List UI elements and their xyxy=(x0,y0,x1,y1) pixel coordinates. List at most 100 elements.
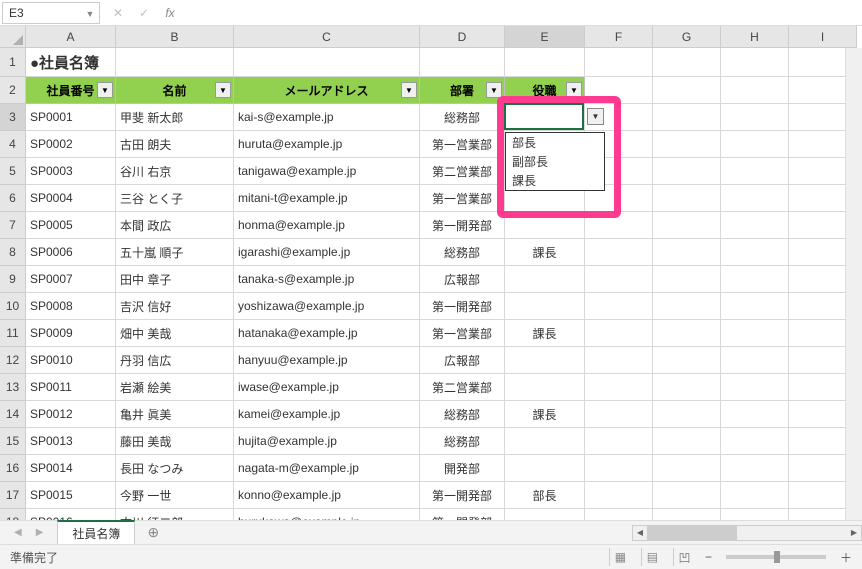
cell-empno[interactable]: SP0007 xyxy=(26,266,116,293)
row-header-14[interactable]: 14 xyxy=(0,401,26,428)
cell[interactable] xyxy=(653,428,721,455)
dropdown-option[interactable]: 課長 xyxy=(506,171,604,190)
cell-role[interactable] xyxy=(505,104,585,131)
cell-dept[interactable]: 第一営業部 xyxy=(420,185,505,212)
cell-dept[interactable]: 総務部 xyxy=(420,428,505,455)
table-header-name[interactable]: 名前▼ xyxy=(116,77,234,104)
column-header-G[interactable]: G xyxy=(653,26,721,48)
cell[interactable] xyxy=(721,48,789,77)
cell[interactable] xyxy=(653,266,721,293)
cell[interactable] xyxy=(721,158,789,185)
cell-dept[interactable]: 第二営業部 xyxy=(420,158,505,185)
cell[interactable] xyxy=(721,239,789,266)
cell-email[interactable]: hatanaka@example.jp xyxy=(234,320,420,347)
cell-name[interactable]: 本間 政広 xyxy=(116,212,234,239)
row-header-8[interactable]: 8 xyxy=(0,239,26,266)
column-header-D[interactable]: D xyxy=(420,26,505,48)
cell[interactable] xyxy=(721,131,789,158)
cell-role[interactable] xyxy=(505,347,585,374)
cell[interactable] xyxy=(653,185,721,212)
cell[interactable] xyxy=(234,48,420,77)
column-header-H[interactable]: H xyxy=(721,26,789,48)
cell-email[interactable]: hurukawa@example.jp xyxy=(234,509,420,520)
page-break-view-icon[interactable]: 凹 xyxy=(673,548,695,566)
cell[interactable] xyxy=(116,48,234,77)
cell[interactable] xyxy=(721,347,789,374)
add-sheet-button[interactable]: ⊕ xyxy=(143,523,163,543)
cell[interactable] xyxy=(585,48,653,77)
scroll-right-icon[interactable]: ▶ xyxy=(847,526,861,540)
data-validation-dropdown-list[interactable]: 部長副部長課長 xyxy=(505,132,605,191)
cell-email[interactable]: yoshizawa@example.jp xyxy=(234,293,420,320)
cell-email[interactable]: huruta@example.jp xyxy=(234,131,420,158)
cell[interactable] xyxy=(585,266,653,293)
cell[interactable] xyxy=(653,293,721,320)
cell-dept[interactable]: 広報部 xyxy=(420,347,505,374)
cell-empno[interactable]: SP0004 xyxy=(26,185,116,212)
row-header-3[interactable]: 3 xyxy=(0,104,26,131)
zoom-out-button[interactable]: − xyxy=(705,550,712,564)
cell-name[interactable]: 田中 章子 xyxy=(116,266,234,293)
sheet-tab-active[interactable]: 社員名簿 xyxy=(57,520,135,545)
cell-name[interactable]: 甲斐 新太郎 xyxy=(116,104,234,131)
cell-name[interactable]: 古田 朗夫 xyxy=(116,131,234,158)
row-header-12[interactable]: 12 xyxy=(0,347,26,374)
cell-empno[interactable]: SP0010 xyxy=(26,347,116,374)
cell[interactable] xyxy=(721,482,789,509)
dropdown-option[interactable]: 副部長 xyxy=(506,152,604,171)
cell[interactable] xyxy=(505,48,585,77)
cell[interactable] xyxy=(585,320,653,347)
cell-name[interactable]: 古川 征二郎 xyxy=(116,509,234,520)
cell-dept[interactable]: 総務部 xyxy=(420,401,505,428)
cell-empno[interactable]: SP0001 xyxy=(26,104,116,131)
normal-view-icon[interactable]: ▦ xyxy=(609,548,631,566)
cell[interactable] xyxy=(585,509,653,520)
cell-name[interactable]: 五十嵐 順子 xyxy=(116,239,234,266)
row-header-6[interactable]: 6 xyxy=(0,185,26,212)
cell-role[interactable] xyxy=(505,212,585,239)
cell-name[interactable]: 谷川 右京 xyxy=(116,158,234,185)
cell-empno[interactable]: SP0009 xyxy=(26,320,116,347)
prev-sheet-icon[interactable]: ◀ xyxy=(14,527,22,538)
zoom-slider[interactable] xyxy=(726,555,826,559)
row-header-10[interactable]: 10 xyxy=(0,293,26,320)
cell-name[interactable]: 長田 なつみ xyxy=(116,455,234,482)
cell-email[interactable]: iwase@example.jp xyxy=(234,374,420,401)
cell-empno[interactable]: SP0014 xyxy=(26,455,116,482)
cell[interactable] xyxy=(721,293,789,320)
cell[interactable] xyxy=(653,347,721,374)
column-header-I[interactable]: I xyxy=(789,26,857,48)
select-all-corner[interactable] xyxy=(0,26,26,48)
cell-empno[interactable]: SP0016 xyxy=(26,509,116,520)
cell-role[interactable]: 課長 xyxy=(505,239,585,266)
row-header-16[interactable]: 16 xyxy=(0,455,26,482)
scroll-left-icon[interactable]: ◀ xyxy=(633,526,647,540)
fx-icon[interactable]: fx xyxy=(160,6,180,20)
horizontal-scrollbar[interactable]: ◀ ▶ xyxy=(632,525,862,541)
cell[interactable] xyxy=(721,212,789,239)
cell-role[interactable] xyxy=(505,374,585,401)
cell-dept[interactable]: 開発部 xyxy=(420,455,505,482)
filter-dropdown-icon[interactable]: ▼ xyxy=(486,82,502,98)
cell[interactable] xyxy=(653,320,721,347)
column-header-A[interactable]: A xyxy=(26,26,116,48)
cell-role[interactable] xyxy=(505,266,585,293)
page-layout-view-icon[interactable]: ▤ xyxy=(641,548,663,566)
row-header-1[interactable]: 1 xyxy=(0,48,26,77)
row-header-13[interactable]: 13 xyxy=(0,374,26,401)
cell[interactable] xyxy=(721,401,789,428)
table-header-role[interactable]: 役職▼ xyxy=(505,77,585,104)
cell-dept[interactable]: 総務部 xyxy=(420,239,505,266)
cell[interactable] xyxy=(653,374,721,401)
cell[interactable] xyxy=(721,428,789,455)
cell[interactable] xyxy=(721,185,789,212)
sheet-nav-arrows[interactable]: ◀ ▶ xyxy=(0,527,57,538)
table-header-email[interactable]: メールアドレス▼ xyxy=(234,77,420,104)
row-header-7[interactable]: 7 xyxy=(0,212,26,239)
cell[interactable] xyxy=(585,374,653,401)
filter-dropdown-icon[interactable]: ▼ xyxy=(401,82,417,98)
cell[interactable] xyxy=(653,158,721,185)
cell-email[interactable]: tanaka-s@example.jp xyxy=(234,266,420,293)
zoom-in-button[interactable]: ＋ xyxy=(840,549,852,566)
cell-empno[interactable]: SP0012 xyxy=(26,401,116,428)
